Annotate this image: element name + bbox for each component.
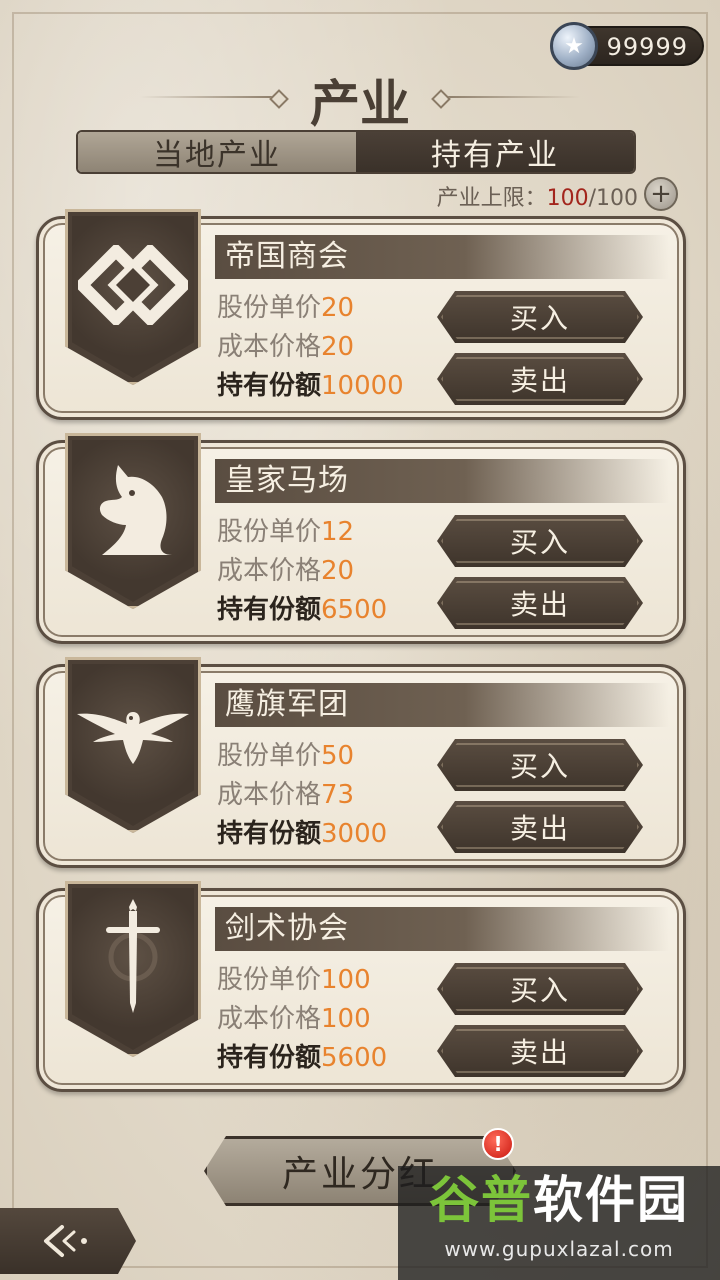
share-price: 股份单价50	[217, 741, 355, 771]
industry-card: 帝国商会 股份单价20 成本价格20 持有份额10000 买入 卖出	[36, 209, 686, 420]
holding-amount: 持有份额6500	[217, 595, 388, 625]
sell-button[interactable]: 卖出	[437, 1025, 643, 1077]
horse-head-icon	[99, 465, 172, 555]
industry-card: 剑术协会 股份单价100 成本价格100 持有份额5600 买入 卖出	[36, 881, 686, 1092]
limit-separator: /	[588, 186, 596, 211]
industry-card: 鹰旗军团 股份单价50 成本价格73 持有份额3000 买入 卖出	[36, 657, 686, 868]
page-title: 产业	[310, 74, 410, 133]
tab-owned-industry[interactable]: 持有产业	[356, 132, 634, 172]
tab-bar: 当地产业 持有产业	[76, 130, 636, 174]
back-button[interactable]	[0, 1208, 136, 1274]
add-limit-button[interactable]: +	[644, 177, 678, 211]
back-arrow-icon	[40, 1224, 96, 1258]
currency-value: 99999	[606, 33, 688, 61]
industry-limit: 产业上限：100/100	[437, 180, 638, 212]
buy-button[interactable]: 买入	[437, 963, 643, 1015]
industry-emblem	[65, 657, 201, 833]
cost-price: 成本价格20	[217, 556, 355, 586]
holding-amount: 持有份额10000	[217, 371, 404, 401]
cost-price: 成本价格73	[217, 780, 355, 810]
holding-amount: 持有份额5600	[217, 1043, 388, 1073]
limit-max: 100	[596, 186, 638, 211]
sword-icon	[106, 899, 160, 1013]
industry-emblem	[65, 209, 201, 385]
watermark-url: www.gupuxlazal.com	[444, 1237, 674, 1261]
interlocked-diamonds-icon	[78, 245, 188, 325]
industry-card: 皇家马场 股份单价12 成本价格20 持有份额6500 买入 卖出	[36, 433, 686, 644]
tab-local-industry[interactable]: 当地产业	[78, 132, 356, 172]
industry-name: 鹰旗军团	[215, 683, 669, 727]
watermark: 谷普软件园 www.gupuxlazal.com	[398, 1166, 720, 1280]
buy-button[interactable]: 买入	[437, 291, 643, 343]
currency-display: ★ 99999	[550, 22, 704, 70]
limit-label: 产业上限：	[436, 186, 547, 211]
industry-name: 皇家马场	[215, 459, 669, 503]
plus-icon: +	[650, 179, 672, 209]
watermark-logo-text: 谷普软件园	[429, 1171, 689, 1229]
silver-coin-icon: ★	[550, 22, 598, 70]
share-price: 股份单价12	[217, 517, 355, 547]
alert-badge-icon: !	[482, 1128, 514, 1160]
eagle-icon	[77, 712, 189, 764]
holding-amount: 持有份额3000	[217, 819, 388, 849]
share-price: 股份单价20	[217, 293, 355, 323]
industry-emblem	[65, 433, 201, 609]
sell-button[interactable]: 卖出	[437, 801, 643, 853]
sell-button[interactable]: 卖出	[437, 577, 643, 629]
industry-name: 帝国商会	[215, 235, 669, 279]
buy-button[interactable]: 买入	[437, 515, 643, 567]
limit-current: 100	[546, 186, 589, 211]
sell-button[interactable]: 卖出	[437, 353, 643, 405]
industry-name: 剑术协会	[215, 907, 669, 951]
industry-emblem	[65, 881, 201, 1057]
cost-price: 成本价格20	[217, 332, 355, 362]
share-price: 股份单价100	[217, 965, 371, 995]
buy-button[interactable]: 买入	[437, 739, 643, 791]
cost-price: 成本价格100	[217, 1004, 371, 1034]
